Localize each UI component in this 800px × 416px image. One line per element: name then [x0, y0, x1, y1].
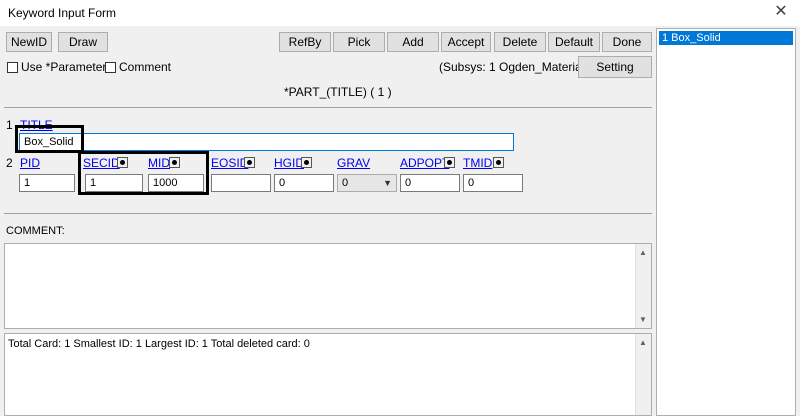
comment-checkbox-label: Comment [119, 60, 172, 74]
hgid-input[interactable]: 0 [274, 174, 334, 192]
default-button[interactable]: Default [548, 32, 600, 52]
eosid-input[interactable] [211, 174, 271, 192]
tmid-pick-icon[interactable] [493, 157, 504, 168]
status-scrollbar[interactable]: ▲ [635, 334, 651, 415]
accept-button[interactable]: Accept [441, 32, 491, 52]
refby-button[interactable]: RefBy [279, 32, 331, 52]
subsys-label: (Subsys: 1 Ogden_Material.k) [439, 60, 598, 74]
keyword-heading: *PART_(TITLE) ( 1 ) [284, 85, 392, 99]
comment-textarea[interactable]: ▲ ▼ [4, 243, 652, 329]
highlight-box-title [15, 125, 84, 153]
pid-input[interactable]: 1 [19, 174, 75, 192]
status-textarea[interactable]: Total Card: 1 Smallest ID: 1 Largest ID:… [4, 333, 652, 416]
card1-row-number: 1 [6, 118, 13, 132]
tmid-input[interactable]: 0 [463, 174, 523, 192]
adpopt-field-label[interactable]: ADPOPT [400, 156, 449, 170]
pick-button[interactable]: Pick [333, 32, 385, 52]
tmid-field-label[interactable]: TMID [463, 156, 492, 170]
comment-checkbox[interactable] [105, 62, 116, 73]
newid-button[interactable]: NewID [6, 32, 52, 52]
scroll-up-icon[interactable]: ▲ [639, 248, 647, 257]
comment-scrollbar[interactable]: ▲ ▼ [635, 244, 651, 328]
list-item[interactable]: 1 Box_Solid [659, 31, 793, 45]
use-parameter-label: Use *Parameter [21, 60, 107, 74]
scroll-up-icon[interactable]: ▲ [639, 338, 647, 347]
scroll-down-icon[interactable]: ▼ [639, 315, 647, 324]
close-icon[interactable]: ✕ [772, 3, 790, 21]
highlight-box-secid-mid [78, 151, 209, 195]
grav-field-label[interactable]: GRAV [337, 156, 370, 170]
card2-row-number: 2 [6, 156, 13, 170]
adpopt-pick-icon[interactable] [444, 157, 455, 168]
grav-select[interactable]: 0 ▼ [337, 174, 397, 192]
setting-button[interactable]: Setting [578, 56, 652, 78]
draw-button[interactable]: Draw [58, 32, 108, 52]
delete-button[interactable]: Delete [494, 32, 546, 52]
done-button[interactable]: Done [602, 32, 652, 52]
eosid-pick-icon[interactable] [244, 157, 255, 168]
eosid-field-label[interactable]: EOSID [211, 156, 248, 170]
hgid-pick-icon[interactable] [301, 157, 312, 168]
add-button[interactable]: Add [387, 32, 439, 52]
part-list-panel: 1 Box_Solid [656, 28, 796, 416]
adpopt-input[interactable]: 0 [400, 174, 460, 192]
status-text: Total Card: 1 Smallest ID: 1 Largest ID:… [8, 338, 310, 350]
title-input[interactable]: Box_Solid [19, 133, 514, 151]
hgid-field-label[interactable]: HGID [274, 156, 304, 170]
title-bar [0, 0, 800, 26]
separator [4, 213, 652, 214]
grav-select-value: 0 [342, 177, 349, 189]
use-parameter-checkbox[interactable] [7, 62, 18, 73]
comment-label: COMMENT: [6, 225, 65, 237]
separator [4, 107, 652, 108]
window-title: Keyword Input Form [8, 6, 117, 20]
chevron-down-icon: ▼ [383, 178, 392, 188]
pid-field-label[interactable]: PID [20, 156, 40, 170]
